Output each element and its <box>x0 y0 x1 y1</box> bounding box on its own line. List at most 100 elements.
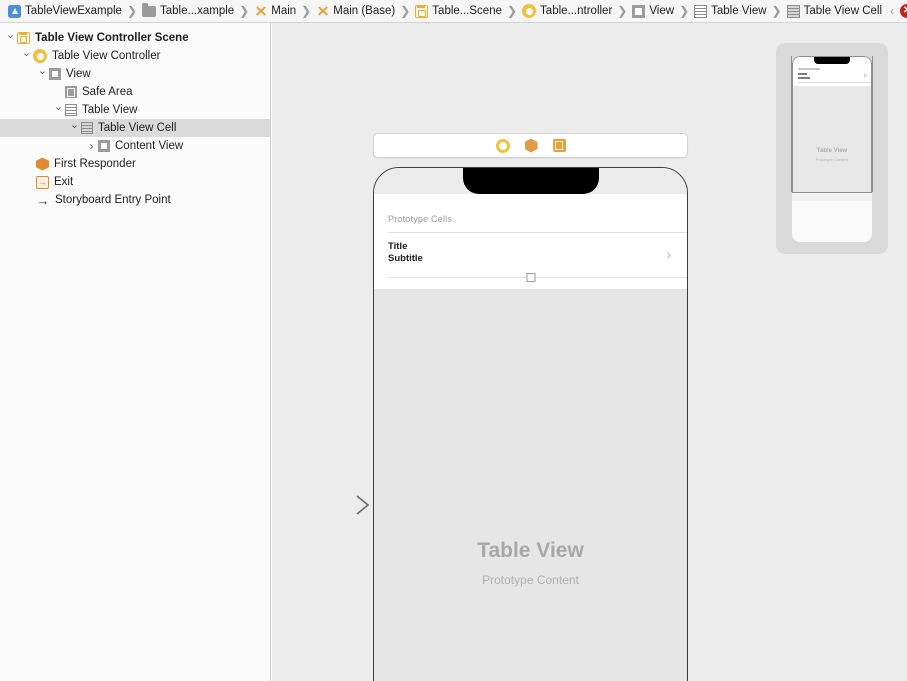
table-view-icon <box>694 4 708 18</box>
disclosure-triangle-icon[interactable] <box>85 137 98 156</box>
outline-row-exit[interactable]: Exit <box>0 173 270 191</box>
breadcrumb-label: View <box>649 4 675 17</box>
breadcrumb-item-table-view-cell[interactable]: Table View Cell <box>785 0 884 23</box>
breadcrumb-label: Main (Base) <box>333 4 396 17</box>
first-responder-icon[interactable] <box>524 138 538 153</box>
prototype-cell[interactable]: Title Subtitle › <box>374 233 687 289</box>
table-view-icon <box>65 104 77 116</box>
disclosure-triangle-icon[interactable] <box>68 119 81 137</box>
outline-row-scene[interactable]: Table View Controller Scene <box>0 29 270 47</box>
cell-subtitle-label: Subtitle <box>388 253 423 264</box>
mini-cell-divider <box>798 82 871 83</box>
breadcrumb-item-main[interactable]: Main <box>252 0 298 23</box>
mini-guide-line-left <box>791 56 792 192</box>
content-view-icon <box>98 140 110 152</box>
table-view-body: Table View Prototype Content <box>374 289 687 681</box>
table-view-placeholder-title: Table View <box>477 539 584 562</box>
outline-row-content-view[interactable]: Content View <box>0 137 270 155</box>
xcode-interface-builder-window: TableViewExample ❯ Table...xample ❯ Main… <box>0 0 907 681</box>
mini-cell-subtitle-label <box>798 77 810 79</box>
table-view-cell-icon <box>786 4 800 18</box>
app-icon <box>8 4 21 18</box>
breadcrumb-item-folder[interactable]: Table...xample <box>140 0 236 23</box>
disclosure-triangle-icon[interactable] <box>20 47 33 65</box>
breadcrumb-label: Table...Scene <box>432 4 502 17</box>
exit-icon[interactable] <box>552 139 566 152</box>
breadcrumb-item-main-base[interactable]: Main (Base) <box>314 0 397 23</box>
disclosure-triangle-icon[interactable] <box>52 101 65 119</box>
outline-row-safe-area[interactable]: Safe Area <box>0 83 270 101</box>
mini-placeholder-subtitle: Prototype Content <box>815 157 849 162</box>
outline-row-label: Storyboard Entry Point <box>55 194 171 206</box>
disclosure-triangle-icon[interactable] <box>36 65 49 83</box>
outline-row-first-responder[interactable]: First Responder <box>0 155 270 173</box>
scene-dock <box>373 133 688 158</box>
error-badge-icon[interactable]: ✕ <box>900 4 907 18</box>
outline-row-label: Table View Cell <box>98 122 177 134</box>
breadcrumb-separator: ❯ <box>679 4 690 18</box>
scene-icon <box>415 4 429 18</box>
cell-title-label: Title <box>388 241 408 252</box>
mini-prototype-cells-label <box>798 68 820 70</box>
breadcrumb-item-scene[interactable]: Table...Scene <box>413 0 504 23</box>
first-responder-icon <box>36 157 49 171</box>
mini-preview-lower-area <box>792 201 872 242</box>
outline-row-label: Table View Controller <box>52 50 161 62</box>
device-notch <box>462 168 599 194</box>
back-chevron-icon[interactable]: ‹ <box>884 4 900 18</box>
outline-row-label: Table View Controller Scene <box>35 32 189 44</box>
breadcrumb-separator: ❯ <box>301 4 312 18</box>
mini-guide-line-right <box>872 56 873 192</box>
mini-preview-screen: Table View Prototype Content <box>792 56 872 193</box>
breadcrumb-separator: ❯ <box>400 4 411 18</box>
outline-row-label: First Responder <box>54 158 136 170</box>
disclosure-indicator-icon: › <box>666 246 671 262</box>
storyboard-icon <box>254 5 267 18</box>
outline-row-storyboard-entry-point[interactable]: → Storyboard Entry Point <box>0 191 270 209</box>
breadcrumb-item-project[interactable]: TableViewExample <box>6 0 124 23</box>
mini-table-view-body: Table View Prototype Content <box>793 86 871 192</box>
mini-cell-title-label <box>798 73 807 75</box>
table-view-cell-icon <box>81 122 93 134</box>
breadcrumb-item-table-view[interactable]: Table View <box>692 0 768 23</box>
breadcrumb-label: Main <box>271 4 297 17</box>
breadcrumb-label: Table...ntroller <box>540 4 613 17</box>
breadcrumb-separator: ❯ <box>617 4 628 18</box>
view-icon <box>632 4 646 18</box>
view-icon <box>49 68 61 80</box>
disclosure-triangle-icon[interactable] <box>4 29 17 47</box>
breadcrumb-item-view[interactable]: View <box>630 0 676 23</box>
table-view-placeholder-subtitle: Prototype Content <box>482 573 579 587</box>
exit-icon <box>36 175 49 189</box>
breadcrumb-label: Table View Cell <box>803 4 883 17</box>
storyboard-entry-point-arrow-icon <box>297 495 370 515</box>
breadcrumb-separator: ❯ <box>239 4 250 18</box>
jump-bar: TableViewExample ❯ Table...xample ❯ Main… <box>0 0 907 23</box>
outline-row-label: Table View <box>82 104 138 116</box>
view-controller-icon <box>522 4 537 18</box>
mini-preview-panel[interactable]: Table View Prototype Content <box>776 43 888 254</box>
storyboard-canvas[interactable]: Prototype Cells Title Subtitle › Table V… <box>272 23 907 681</box>
outline-row-table-view-cell[interactable]: Table View Cell <box>0 119 270 137</box>
breadcrumb-label: Table View <box>711 4 767 17</box>
outline-row-view-controller[interactable]: Table View Controller <box>0 47 270 65</box>
outline-row-label: View <box>66 68 91 80</box>
outline-row-label: Exit <box>54 176 74 188</box>
view-controller-icon[interactable] <box>495 138 510 153</box>
outline-row-view[interactable]: View <box>0 65 270 83</box>
mini-device-notch <box>814 57 850 64</box>
safe-area-icon <box>65 86 77 98</box>
breadcrumb-item-view-controller[interactable]: Table...ntroller <box>520 0 614 23</box>
device-preview[interactable]: Prototype Cells Title Subtitle › Table V… <box>373 167 688 681</box>
mini-placeholder-title: Table View <box>816 148 848 154</box>
breadcrumb-separator: ❯ <box>126 4 138 18</box>
document-outline: Table View Controller Scene Table View C… <box>0 23 271 681</box>
prototype-cells-label: Prototype Cells <box>388 214 453 224</box>
scene-icon <box>17 32 30 44</box>
breadcrumb-separator: ❯ <box>771 4 782 18</box>
mini-preview-device: Table View Prototype Content <box>792 56 872 242</box>
selection-resize-handle[interactable] <box>526 273 535 282</box>
outline-row-label: Safe Area <box>82 86 133 98</box>
outline-row-label: Content View <box>115 140 184 152</box>
outline-row-table-view[interactable]: Table View <box>0 101 270 119</box>
